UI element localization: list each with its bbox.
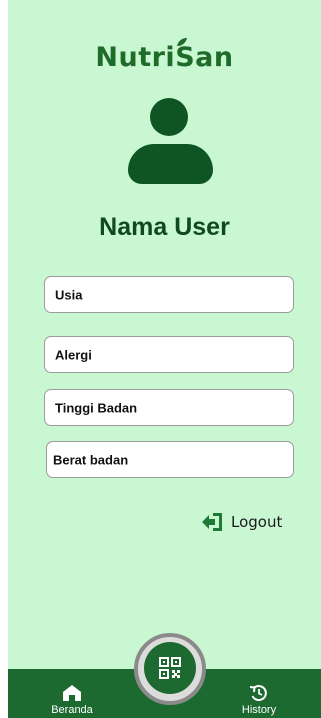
berat-badan-field[interactable]: Berat badan <box>46 441 294 478</box>
nav-history-label: History <box>241 704 277 716</box>
alergi-label: Alergi <box>55 347 92 362</box>
logout-button[interactable]: Logout <box>201 510 282 534</box>
tinggi-badan-label: Tinggi Badan <box>55 400 138 415</box>
nav-beranda[interactable]: Beranda <box>42 669 102 718</box>
nav-history[interactable]: History <box>229 669 289 718</box>
alergi-field[interactable]: Alergi <box>44 336 294 373</box>
logout-label: Logout <box>231 513 283 531</box>
qr-scan-icon <box>159 657 181 679</box>
home-icon <box>63 685 81 701</box>
app-logo: NutriS an <box>8 38 321 73</box>
profile-screen: NutriS an Nama User Usia Alergi Tinggi Ba… <box>8 0 321 718</box>
berat-badan-label: Berat badan <box>53 452 129 467</box>
usia-field[interactable]: Usia <box>44 276 294 313</box>
logout-icon <box>202 513 222 531</box>
logo-text-part: Nutri <box>95 42 176 73</box>
usia-label: Usia <box>55 287 83 302</box>
logo-text-part: an <box>195 42 234 73</box>
user-name: Nama User <box>99 213 230 241</box>
nav-beranda-label: Beranda <box>51 704 93 716</box>
tinggi-badan-field[interactable]: Tinggi Badan <box>44 389 294 426</box>
leaf-icon <box>177 38 188 46</box>
avatar-head <box>150 98 188 136</box>
history-icon <box>249 685 267 702</box>
scan-button[interactable] <box>144 642 196 694</box>
avatar-icon <box>128 98 213 184</box>
avatar-body <box>128 144 213 184</box>
logo-c-leaf: S <box>175 38 195 73</box>
